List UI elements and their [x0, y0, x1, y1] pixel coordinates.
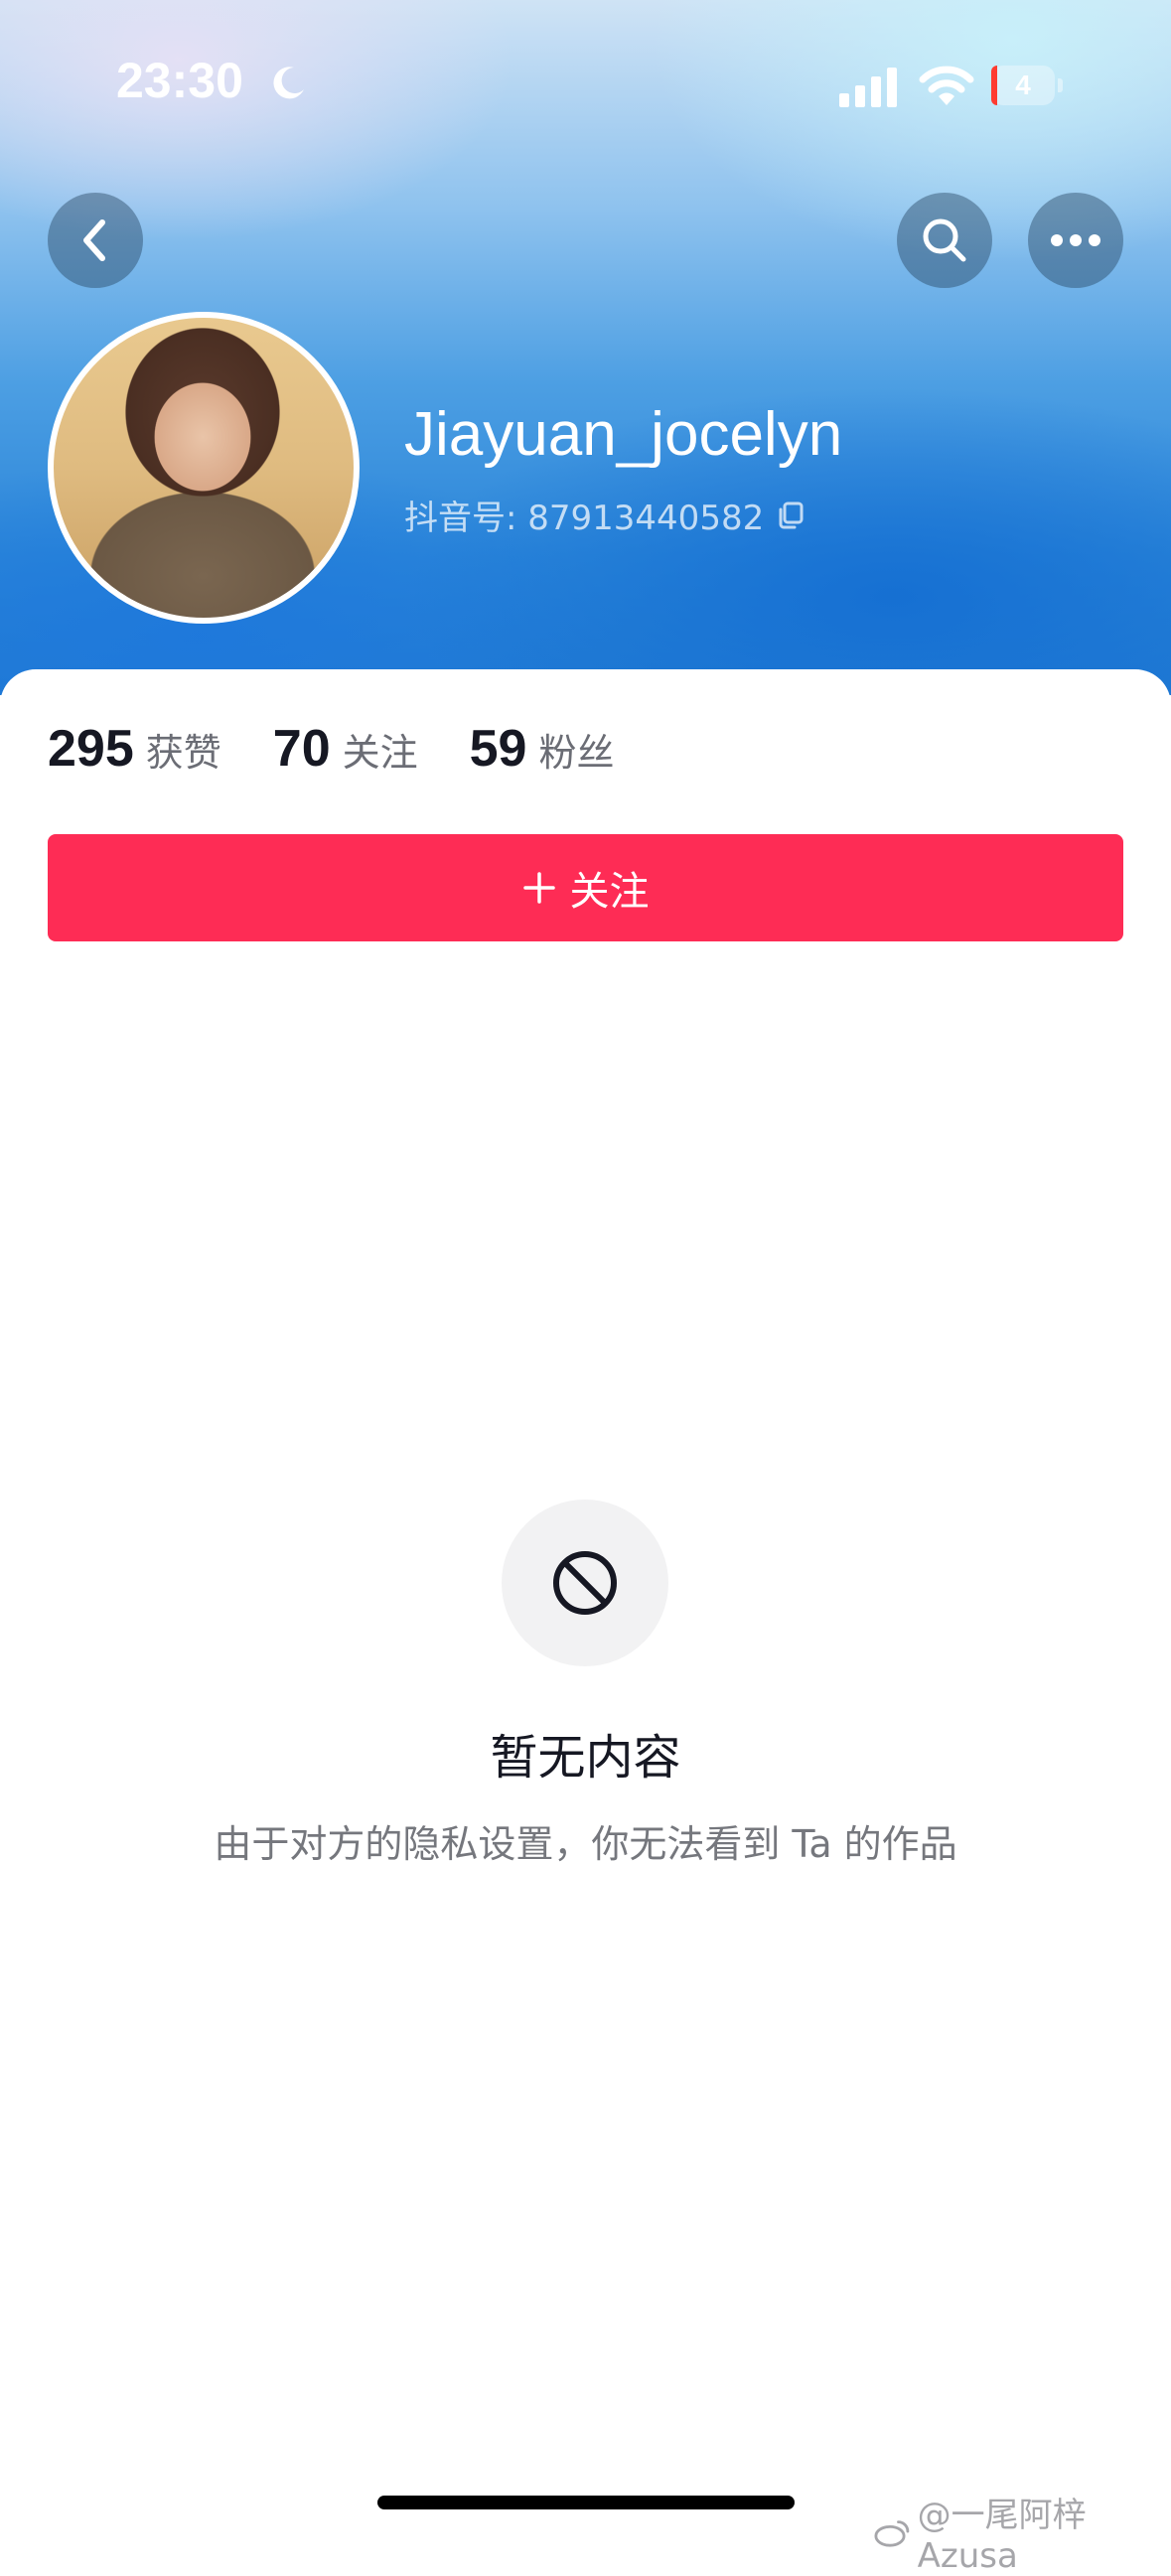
douyin-id[interactable]: 抖音号: 87913440582	[404, 491, 805, 539]
empty-state-title: 暂无内容	[490, 1730, 681, 1786]
follow-button[interactable]: 关注	[48, 834, 1123, 941]
stat-likes-value: 295	[48, 720, 134, 778]
watermark-text: @一尾阿梓Azusa	[917, 2496, 1087, 2576]
moon-icon	[273, 67, 304, 99]
stat-following[interactable]: 70 关注	[273, 719, 418, 779]
status-time: 23:30	[116, 53, 243, 108]
stat-followers-label: 粉丝	[538, 731, 615, 775]
battery-level: 4	[1015, 70, 1031, 100]
stat-followers-value: 59	[469, 720, 527, 778]
more-icon	[1051, 234, 1100, 246]
wifi-icon	[919, 66, 974, 105]
home-indicator[interactable]	[377, 2496, 795, 2509]
battery-icon: 4	[991, 66, 1063, 105]
profile-username: Jiayuan_jocelyn	[404, 400, 843, 469]
stat-likes-label: 获赞	[145, 731, 221, 775]
back-button[interactable]	[48, 193, 143, 288]
douyin-id-text: 抖音号: 87913440582	[404, 499, 765, 538]
watermark: @一尾阿梓Azusa	[874, 2488, 1171, 2576]
blocked-icon	[553, 1551, 617, 1615]
stat-followers[interactable]: 59 粉丝	[470, 719, 615, 779]
follow-button-label: 关注	[569, 869, 650, 915]
weibo-icon	[874, 2519, 910, 2547]
plus-icon	[522, 872, 555, 904]
stat-likes[interactable]: 295 获赞	[48, 719, 221, 779]
search-icon	[923, 218, 966, 262]
search-button[interactable]	[897, 193, 992, 288]
empty-state-description: 由于对方的隐私设置，你无法看到 Ta 的作品	[214, 1822, 957, 1866]
profile-stats: 295 获赞 70 关注 59 粉丝	[48, 719, 666, 779]
avatar[interactable]	[48, 312, 360, 624]
signal-icon	[839, 68, 897, 107]
stat-following-label: 关注	[342, 731, 418, 775]
more-button[interactable]	[1028, 193, 1123, 288]
status-bar: 23:30 4	[0, 0, 1171, 169]
empty-state-icon-container	[502, 1500, 668, 1666]
copy-icon[interactable]	[776, 501, 805, 530]
chevron-left-icon	[83, 219, 105, 261]
stat-following-value: 70	[272, 720, 331, 778]
